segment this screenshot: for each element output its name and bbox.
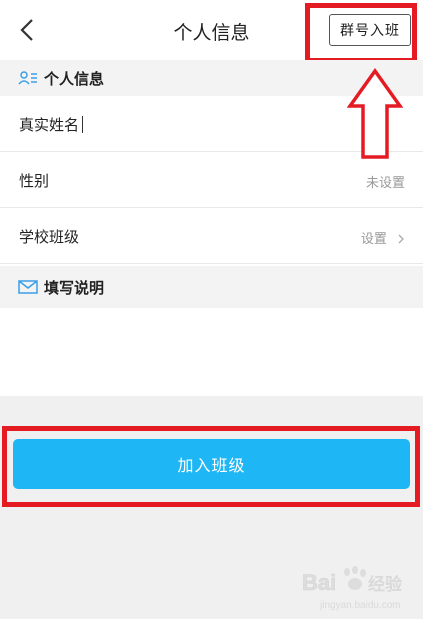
svg-text:Bai: Bai [302,570,336,595]
join-class-button[interactable]: 加入班级 [13,439,410,489]
gender-label: 性别 [19,172,50,190]
school-class-row[interactable]: 学校班级 设置 [0,209,423,264]
chevron-right-icon [398,234,404,244]
section-title: 个人信息 [44,69,105,88]
instructions-content [0,308,423,396]
school-class-label: 学校班级 [19,228,80,246]
baidu-jingyan-watermark-logo: Bai 经验 jingyan.baidu.com [302,566,402,611]
red-up-arrow-annotation [347,68,403,159]
text-cursor [82,116,84,133]
section-title: 填写说明 [44,278,105,297]
contact-card-icon [18,71,37,85]
svg-text:经验: 经验 [368,575,402,595]
envelope-icon [18,280,38,294]
section-header-instructions: 填写说明 [0,266,423,308]
real-name-label: 真实姓名 [19,116,80,134]
join-by-group-button[interactable]: 群号入班 [329,14,411,46]
school-class-value: 设置 [360,232,387,247]
gender-value: 未设置 [365,176,405,191]
gender-row[interactable]: 性别 未设置 [0,153,423,208]
svg-text:jingyan.baidu.com: jingyan.baidu.com [319,600,401,611]
